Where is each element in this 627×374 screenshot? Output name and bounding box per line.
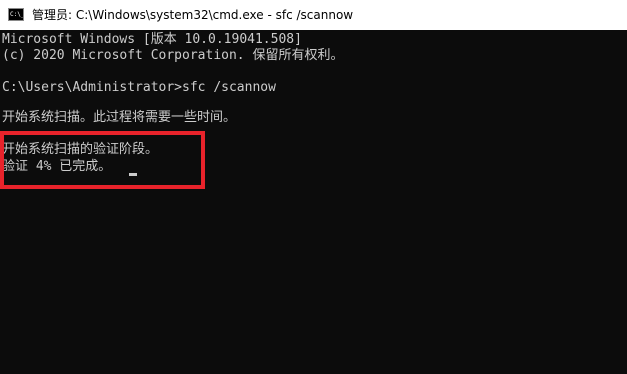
highlight-box (0, 131, 205, 189)
title-bar[interactable]: C:\_ 管理员: C:\Windows\system32\cmd.exe - … (0, 0, 627, 30)
cmd-window: C:\_ 管理员: C:\Windows\system32\cmd.exe - … (0, 0, 627, 374)
window-title: 管理员: C:\Windows\system32\cmd.exe - sfc /… (32, 8, 354, 22)
cmd-icon: C:\_ (8, 8, 24, 21)
console-output[interactable]: Microsoft Windows [版本 10.0.19041.508] (c… (0, 30, 627, 374)
console-line: C:\Users\Administrator>sfc /scannow (2, 80, 276, 95)
console-line: 开始系统扫描。此过程将需要一些时间。 (2, 110, 237, 125)
console-line: (c) 2020 Microsoft Corporation. 保留所有权利。 (2, 48, 344, 63)
